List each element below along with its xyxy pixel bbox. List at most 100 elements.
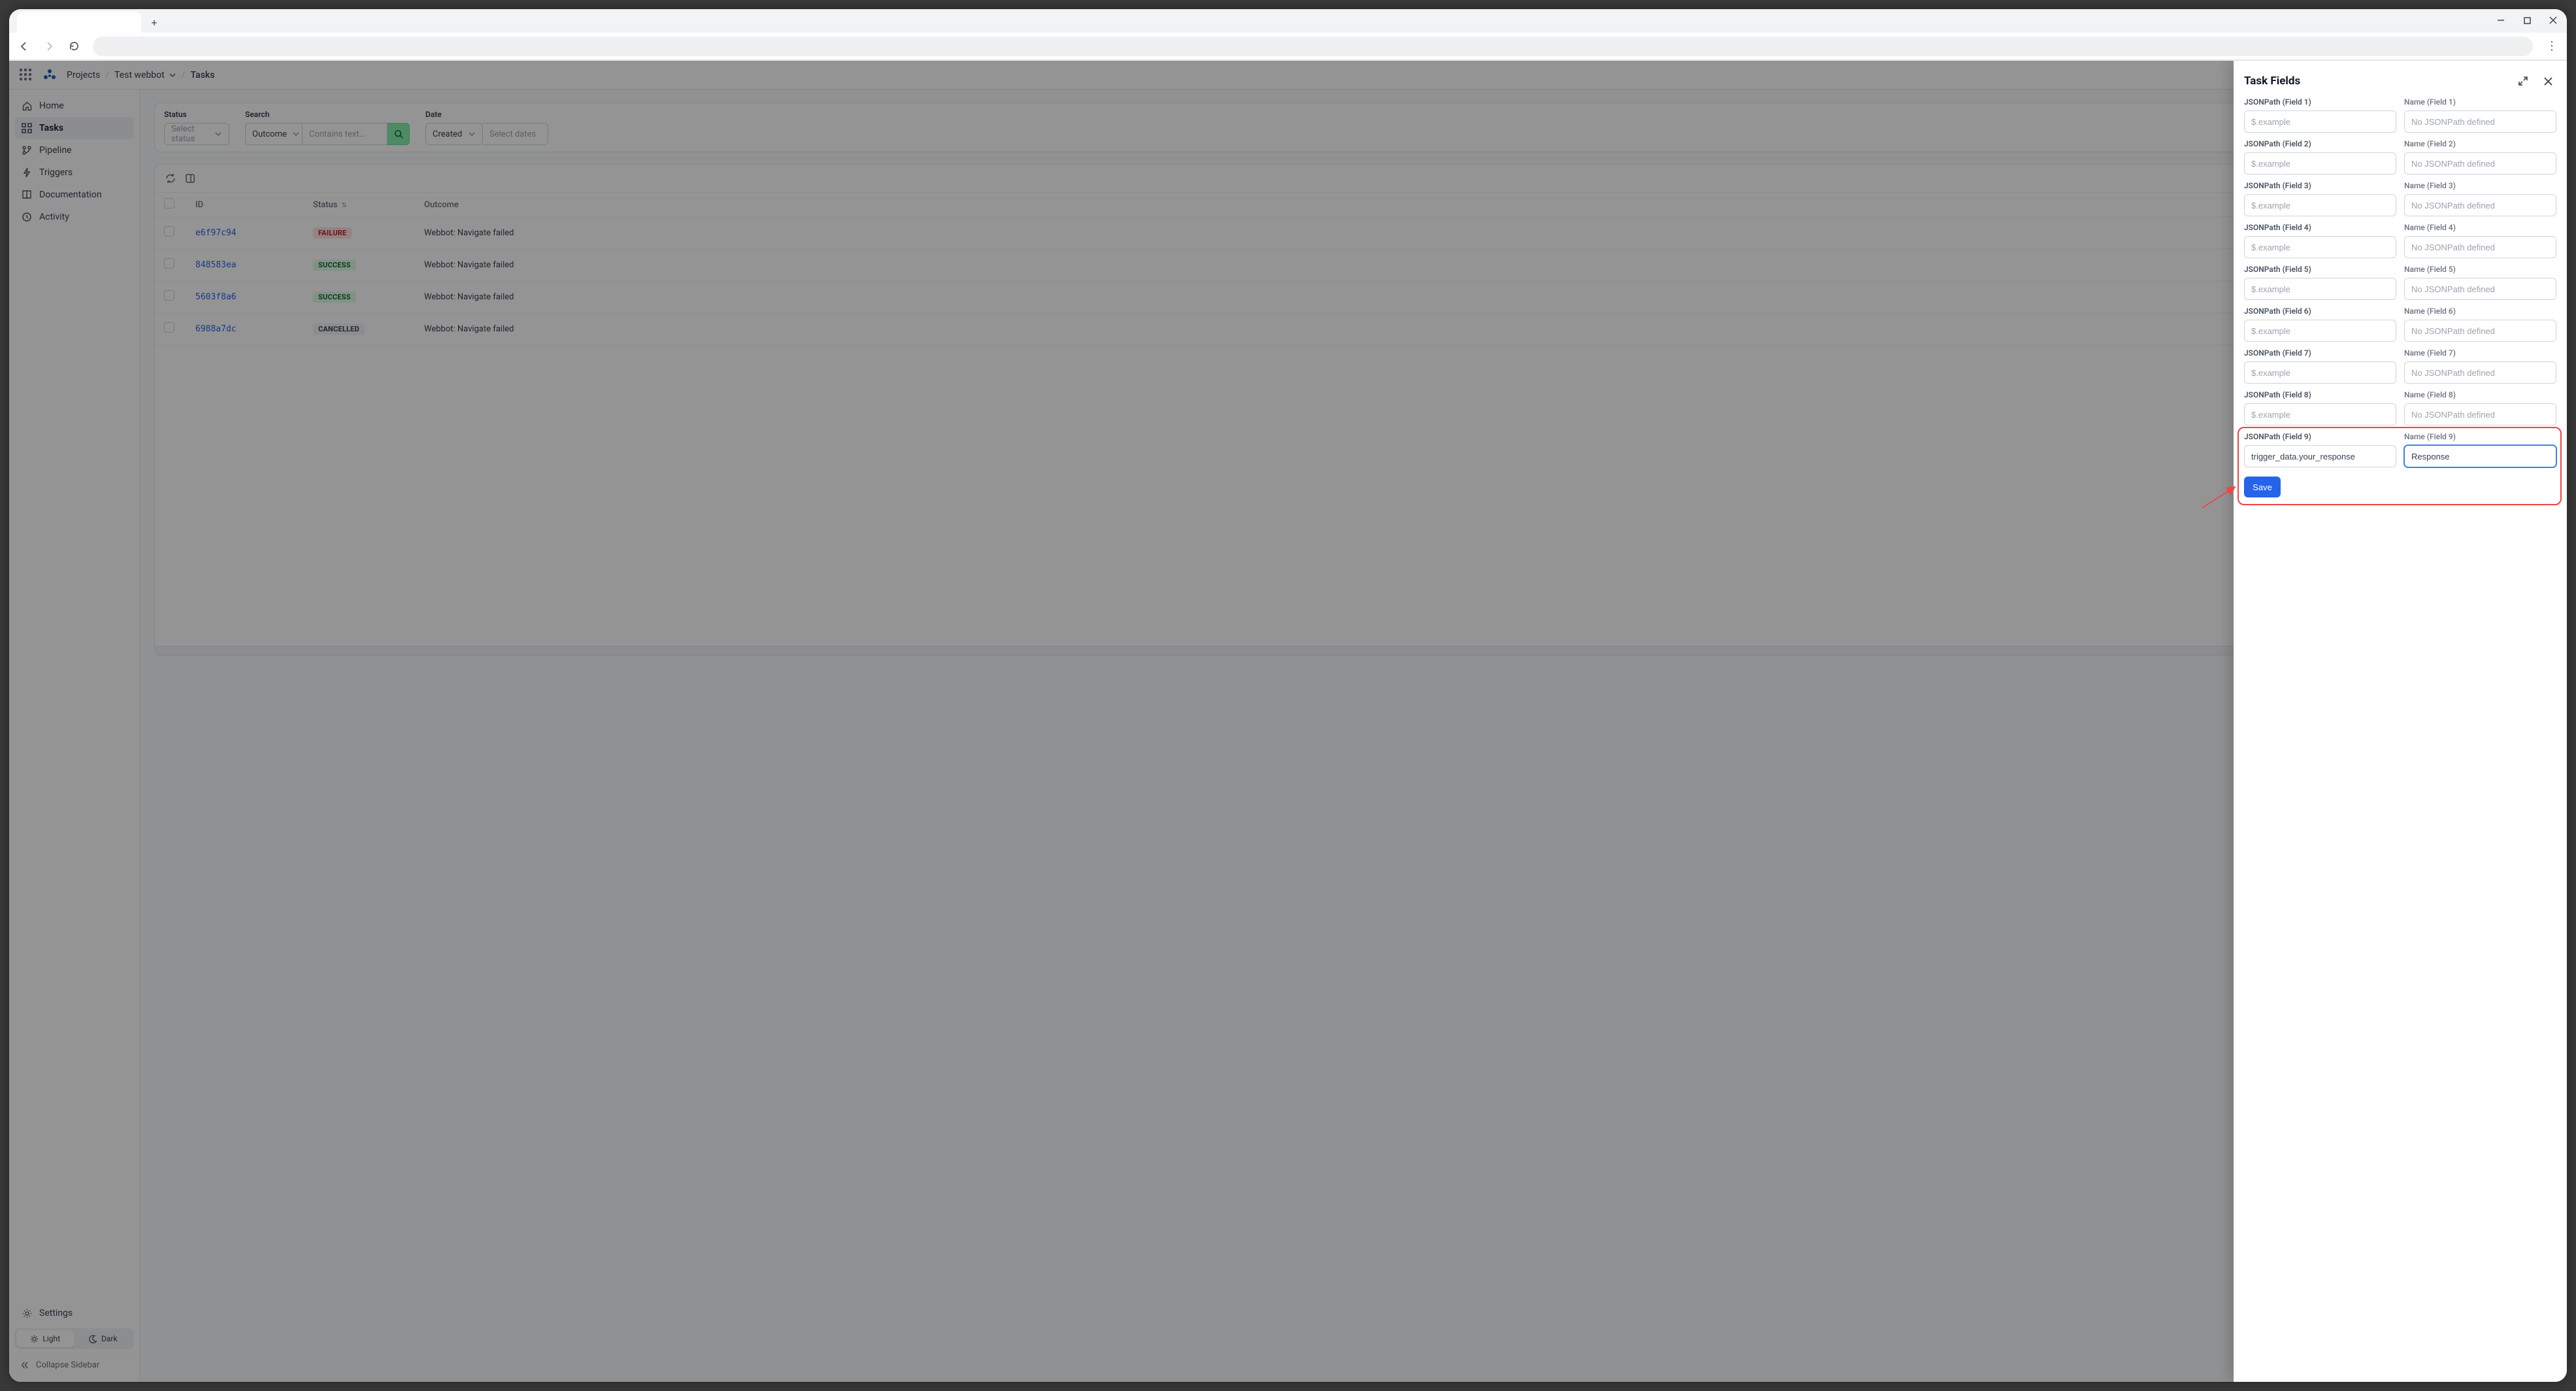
chevron-down-icon bbox=[169, 71, 176, 79]
close-drawer-button[interactable] bbox=[2539, 73, 2556, 90]
search-type-select[interactable]: Outcome bbox=[245, 123, 303, 145]
column-header-outcome[interactable]: Outcome bbox=[415, 193, 2552, 217]
sidebar-item-pipeline[interactable]: Pipeline bbox=[14, 139, 134, 161]
name-input-6[interactable] bbox=[2404, 320, 2556, 342]
status-select[interactable]: Select status bbox=[164, 123, 229, 145]
jsonpath-input-4[interactable] bbox=[2244, 236, 2396, 258]
horizontal-scrollbar[interactable] bbox=[155, 646, 2552, 655]
jsonpath-input-5[interactable] bbox=[2244, 278, 2396, 300]
reload-button[interactable] bbox=[64, 37, 84, 56]
name-input-8[interactable] bbox=[2404, 403, 2556, 426]
url-bar[interactable] bbox=[93, 37, 2533, 56]
sidebar-item-home[interactable]: Home bbox=[14, 95, 134, 117]
jsonpath-input-6[interactable] bbox=[2244, 320, 2396, 342]
breadcrumb-separator: / bbox=[105, 70, 109, 80]
crumb-projects[interactable]: Projects bbox=[67, 70, 100, 80]
apps-grid-icon[interactable] bbox=[20, 69, 33, 82]
crumb-project[interactable]: Test webbot bbox=[114, 70, 176, 80]
outcome-cell: Webbot: Navigate failed bbox=[415, 281, 2552, 313]
row-checkbox[interactable] bbox=[164, 226, 174, 237]
collapse-sidebar-button[interactable]: Collapse Sidebar bbox=[14, 1353, 134, 1377]
save-button[interactable]: Save bbox=[2244, 477, 2281, 497]
name-label: Name (Field 2) bbox=[2404, 139, 2556, 148]
new-tab-button[interactable]: + bbox=[145, 13, 163, 31]
name-input-9[interactable] bbox=[2404, 445, 2556, 467]
sidebar-item-label: Documentation bbox=[39, 190, 102, 200]
name-label: Name (Field 5) bbox=[2404, 265, 2556, 274]
jsonpath-input-2[interactable] bbox=[2244, 152, 2396, 175]
sidebar-item-documentation[interactable]: Documentation bbox=[14, 184, 134, 206]
task-id-link[interactable]: 5603f8a6 bbox=[195, 292, 237, 302]
column-header-status[interactable]: Status⇅ bbox=[304, 193, 415, 217]
sidebar-item-tasks[interactable]: Tasks bbox=[14, 117, 134, 139]
table-row[interactable]: 6988a7dcCANCELLEDWebbot: Navigate failed bbox=[155, 313, 2552, 345]
date-type-select[interactable]: Created bbox=[425, 123, 483, 145]
search-button[interactable] bbox=[388, 123, 410, 145]
date-range-input[interactable]: Select dates bbox=[483, 123, 548, 145]
name-label: Name (Field 9) bbox=[2404, 432, 2556, 441]
forward-button[interactable] bbox=[39, 37, 59, 56]
sidebar-item-activity[interactable]: Activity bbox=[14, 206, 134, 228]
filter-label-date: Date bbox=[425, 110, 548, 119]
clock-icon bbox=[21, 211, 33, 223]
brand-logo[interactable] bbox=[42, 67, 58, 83]
sidebar-item-settings[interactable]: Settings bbox=[14, 1302, 134, 1324]
theme-light-button[interactable]: Light bbox=[16, 1330, 74, 1347]
maximize-button[interactable] bbox=[2518, 12, 2535, 29]
back-button[interactable] bbox=[14, 37, 34, 56]
sidebar-item-label: Pipeline bbox=[39, 145, 72, 156]
table-row[interactable]: 848583ea SUCCESS Webbot: Navigate failed bbox=[155, 249, 2552, 281]
jsonpath-input-9[interactable] bbox=[2244, 445, 2396, 467]
name-input-2[interactable] bbox=[2404, 152, 2556, 175]
name-input-7[interactable] bbox=[2404, 361, 2556, 384]
minimize-button[interactable] bbox=[2492, 12, 2509, 29]
search-text-input[interactable]: Contains text… bbox=[303, 123, 388, 145]
status-badge: FAILURE bbox=[313, 227, 352, 239]
jsonpath-input-7[interactable] bbox=[2244, 361, 2396, 384]
jsonpath-label: JSONPath (Field 4) bbox=[2244, 223, 2396, 232]
name-input-5[interactable] bbox=[2404, 278, 2556, 300]
browser-chrome: + ⋮ bbox=[9, 9, 2567, 61]
column-header-id[interactable]: ID bbox=[186, 193, 304, 217]
browser-menu-button[interactable]: ⋮ bbox=[2542, 37, 2562, 56]
task-id-link[interactable]: 848583ea bbox=[195, 260, 237, 270]
search-text-placeholder: Contains text… bbox=[309, 129, 365, 139]
name-label: Name (Field 8) bbox=[2404, 390, 2556, 399]
close-window-button[interactable] bbox=[2545, 12, 2562, 29]
theme-dark-button[interactable]: Dark bbox=[74, 1330, 133, 1347]
jsonpath-input-3[interactable] bbox=[2244, 194, 2396, 216]
bolt-icon bbox=[21, 167, 33, 178]
refresh-button[interactable] bbox=[165, 173, 176, 184]
breadcrumb: Projects / Test webbot / Tasks bbox=[67, 70, 214, 80]
sidebar-item-label: Activity bbox=[39, 212, 69, 222]
expand-drawer-button[interactable] bbox=[2515, 73, 2532, 90]
browser-tab[interactable] bbox=[17, 12, 141, 33]
row-checkbox[interactable] bbox=[164, 290, 174, 301]
name-label: Name (Field 3) bbox=[2404, 181, 2556, 190]
task-id-link[interactable]: 6988a7dc bbox=[195, 324, 237, 334]
task-fields-drawer: Task Fields JSONPath (Field 1)Name (Fiel… bbox=[2234, 61, 2567, 1382]
name-input-4[interactable] bbox=[2404, 236, 2556, 258]
jsonpath-label: JSONPath (Field 9) bbox=[2244, 432, 2396, 441]
table-row[interactable]: e6f97c94FAILUREWebbot: Navigate failed bbox=[155, 217, 2552, 249]
jsonpath-input-1[interactable] bbox=[2244, 110, 2396, 133]
chevron-down-icon bbox=[214, 130, 222, 138]
name-input-1[interactable] bbox=[2404, 110, 2556, 133]
crumb-current[interactable]: Tasks bbox=[191, 70, 215, 80]
panel-toggle-button[interactable] bbox=[185, 173, 195, 184]
filters-card: Status Select status Search Outcome bbox=[154, 103, 2552, 152]
row-checkbox[interactable] bbox=[164, 322, 174, 333]
field-row-4: JSONPath (Field 4)Name (Field 4) bbox=[2244, 223, 2556, 258]
table-row[interactable]: 5603f8a6SUCCESSWebbot: Navigate failed bbox=[155, 281, 2552, 313]
name-label: Name (Field 6) bbox=[2404, 307, 2556, 316]
name-input-3[interactable] bbox=[2404, 194, 2556, 216]
row-checkbox[interactable] bbox=[164, 258, 174, 269]
status-badge: SUCCESS bbox=[313, 260, 356, 271]
select-all-checkbox[interactable] bbox=[164, 198, 174, 209]
task-id-link[interactable]: e6f97c94 bbox=[195, 228, 237, 238]
sidebar-item-triggers[interactable]: Triggers bbox=[14, 161, 134, 184]
drawer-title: Task Fields bbox=[2244, 75, 2300, 88]
outcome-cell: Webbot: Navigate failed bbox=[415, 249, 2552, 281]
filter-label-search: Search bbox=[245, 110, 410, 119]
jsonpath-input-8[interactable] bbox=[2244, 403, 2396, 426]
